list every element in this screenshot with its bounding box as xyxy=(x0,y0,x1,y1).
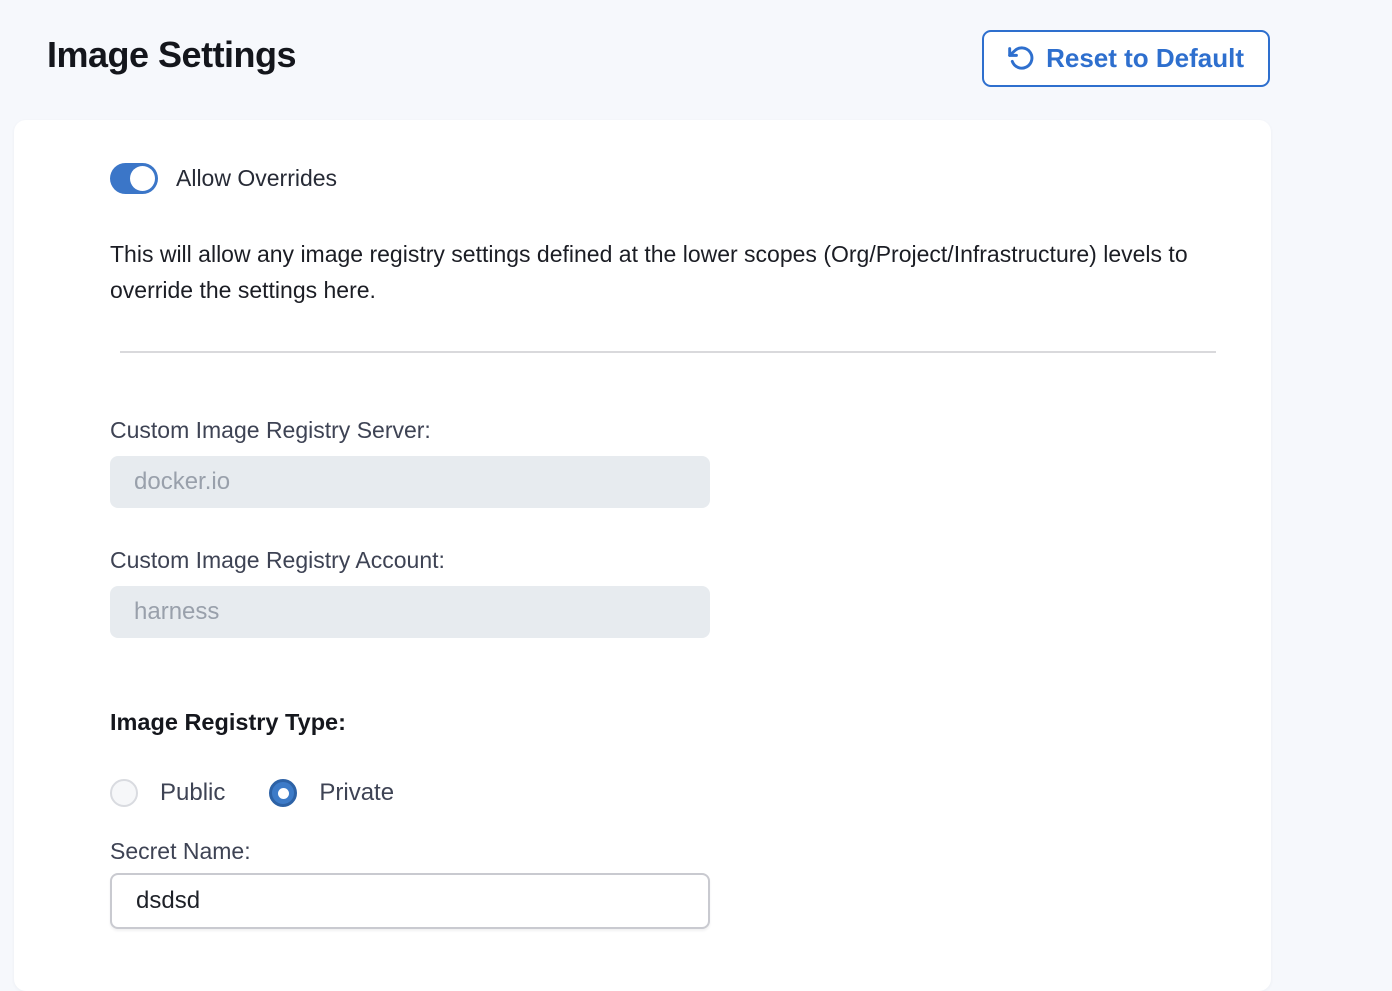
registry-account-label: Custom Image Registry Account: xyxy=(110,547,445,574)
page-title: Image Settings xyxy=(47,34,296,76)
registry-type-radio-group: Public Private xyxy=(110,777,394,809)
registry-server-label: Custom Image Registry Server: xyxy=(110,417,431,444)
allow-overrides-row: Allow Overrides xyxy=(110,162,337,194)
secret-name-input[interactable] xyxy=(110,873,710,929)
reset-to-default-button[interactable]: Reset to Default xyxy=(982,30,1270,87)
radio-circle-public[interactable] xyxy=(110,779,138,807)
rotate-ccw-icon xyxy=(1008,45,1035,72)
registry-server-input[interactable] xyxy=(110,456,710,508)
radio-label-private: Private xyxy=(319,779,394,807)
image-settings-card: Allow Overrides This will allow any imag… xyxy=(14,120,1271,991)
toggle-knob xyxy=(130,166,155,191)
radio-option-public[interactable]: Public xyxy=(110,779,225,807)
section-divider xyxy=(120,351,1216,353)
registry-type-label: Image Registry Type: xyxy=(110,709,346,736)
overrides-description: This will allow any image registry setti… xyxy=(110,236,1230,308)
secret-name-label: Secret Name: xyxy=(110,838,251,865)
registry-account-input[interactable] xyxy=(110,586,710,638)
radio-circle-private[interactable] xyxy=(269,779,297,807)
radio-option-private[interactable]: Private xyxy=(269,779,394,807)
allow-overrides-toggle[interactable] xyxy=(110,163,158,194)
reset-button-label: Reset to Default xyxy=(1046,43,1244,74)
allow-overrides-label: Allow Overrides xyxy=(176,165,337,192)
radio-label-public: Public xyxy=(160,779,225,807)
